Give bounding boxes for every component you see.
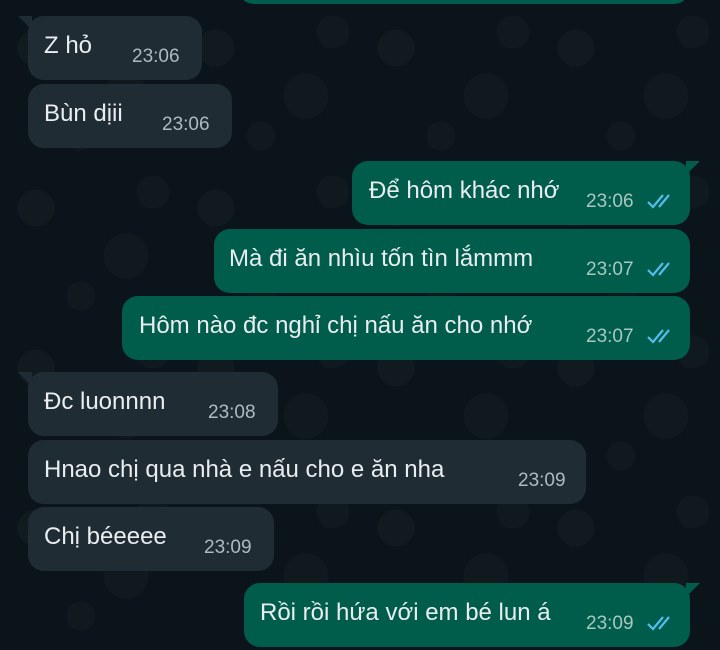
bubble-tail (686, 161, 700, 175)
message-time: 23:09 (204, 537, 252, 558)
message-text: Bùn dịii (44, 100, 123, 127)
message-text: Đc luonnnn (44, 388, 166, 415)
message-time: 23:06 (132, 46, 180, 67)
message-bubble-incoming[interactable]: Chị béeeee 23:09 (28, 507, 274, 571)
message-text: Mà đi ăn nhìu tốn tìn lắmmm (229, 245, 534, 272)
message-bubble-incoming[interactable]: Bùn dịii 23:06 (28, 84, 232, 148)
message-bubble-outgoing[interactable]: Mà đi ăn nhìu tốn tìn lắmmm 23:07 (214, 229, 690, 293)
message-bubble-outgoing[interactable]: Rồi rồi hứa với em bé lun á 23:09 (244, 583, 700, 647)
message-time: 23:06 (162, 114, 210, 135)
message-time: 23:08 (208, 402, 256, 423)
message-time: 23:07 (586, 259, 634, 280)
double-check-read-icon (647, 262, 670, 277)
message-time: 23:06 (586, 191, 634, 212)
message-text: Rồi rồi hứa với em bé lun á (260, 599, 551, 626)
message-bubble-incoming[interactable]: Z hỏ 23:06 (18, 16, 202, 80)
double-check-read-icon (647, 616, 670, 631)
bubble-tail (686, 583, 700, 597)
message-time: 23:09 (586, 613, 634, 634)
message-text: Chị béeeee (44, 523, 167, 550)
double-check-read-icon (647, 329, 670, 344)
bubble-tail (18, 372, 32, 386)
message-bubble-incoming[interactable]: Hnao chị qua nhà e nấu cho e ăn nha 23:0… (28, 440, 586, 504)
message-bubble-incoming[interactable]: Đc luonnnn 23:08 (18, 372, 278, 436)
bubble-tail (18, 16, 32, 30)
message-text: Hôm nào đc nghỉ chị nấu ăn cho nhớ (139, 312, 533, 339)
message-time: 23:09 (518, 470, 566, 491)
message-bubble-outgoing[interactable]: Để hôm khác nhớ 23:06 (352, 161, 700, 225)
message-time: 23:07 (586, 326, 634, 347)
message-text: Hnao chị qua nhà e nấu cho e ăn nha (44, 456, 445, 483)
message-text: Z hỏ (44, 32, 93, 59)
message-text: Để hôm khác nhớ (369, 177, 560, 204)
message-bubble-outgoing-cropped[interactable] (238, 0, 690, 4)
double-check-read-icon (647, 194, 670, 209)
message-bubble-outgoing[interactable]: Hôm nào đc nghỉ chị nấu ăn cho nhớ 23:07 (122, 296, 690, 360)
